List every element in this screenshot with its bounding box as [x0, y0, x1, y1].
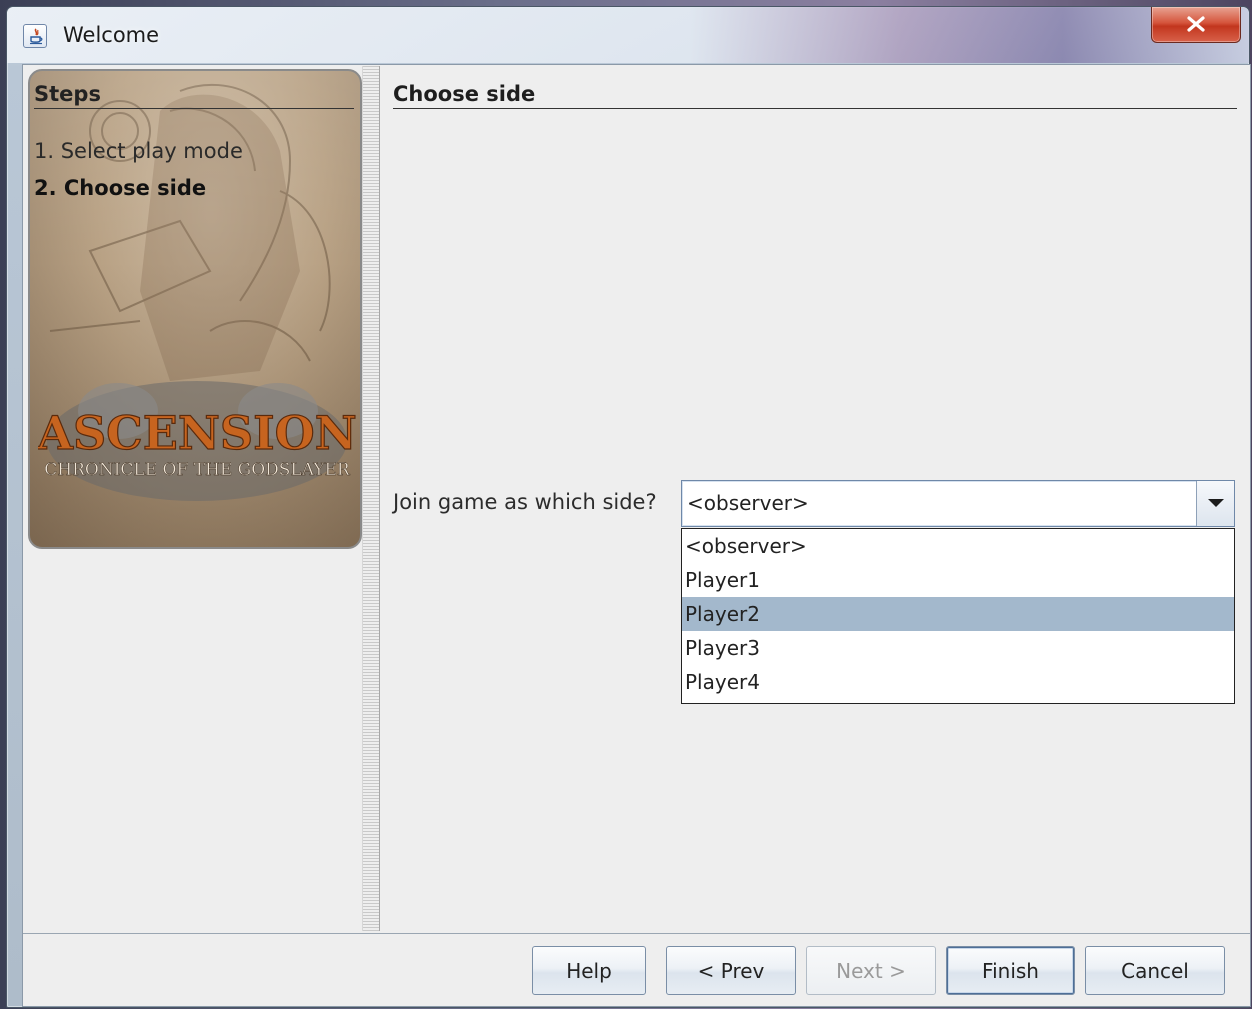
- prev-button[interactable]: < Prev: [666, 946, 796, 995]
- cancel-button[interactable]: Cancel: [1085, 946, 1225, 995]
- logo-subtitle: CHRONICLE OF THE GODSLAYER: [44, 460, 351, 480]
- step-select-play-mode: 1. Select play mode: [34, 139, 243, 163]
- window-title: Welcome: [63, 23, 160, 47]
- side-dropdown-list: <observer> Player1 Player2 Player3 Playe…: [681, 528, 1235, 704]
- side-combobox[interactable]: <observer>: [681, 480, 1235, 527]
- close-button[interactable]: [1151, 7, 1241, 43]
- chevron-down-icon: [1208, 499, 1224, 507]
- title-bar[interactable]: Welcome: [7, 7, 1249, 63]
- join-side-label: Join game as which side?: [393, 490, 657, 514]
- side-combobox-value: <observer>: [687, 491, 809, 515]
- close-icon: [1187, 16, 1205, 32]
- section-title: Choose side: [393, 82, 1237, 109]
- step-choose-side: 2. Choose side: [34, 176, 207, 200]
- steps-panel: ASCENSION CHRONICLE OF THE GODSLAYER Ste…: [24, 66, 362, 931]
- side-option-player4[interactable]: Player4: [682, 665, 1234, 699]
- next-button[interactable]: Next >: [806, 946, 936, 995]
- split-pane-divider[interactable]: [362, 66, 380, 931]
- combobox-arrow-button[interactable]: [1196, 481, 1234, 526]
- side-option-observer[interactable]: <observer>: [682, 529, 1234, 563]
- content-panel: Choose side Join game as which side? <ob…: [381, 66, 1250, 931]
- help-button[interactable]: Help: [532, 946, 646, 995]
- dialog-window: Welcome ASCENSION CHRONICLE OF THE GODSL…: [6, 6, 1251, 1008]
- finish-button[interactable]: Finish: [946, 946, 1075, 995]
- ascension-logo: ASCENSION CHRONICLE OF THE GODSLAYER: [38, 381, 356, 501]
- java-app-icon: [23, 24, 47, 48]
- side-option-player3[interactable]: Player3: [682, 631, 1234, 665]
- side-option-player2[interactable]: Player2: [682, 597, 1234, 631]
- wizard-client-area: ASCENSION CHRONICLE OF THE GODSLAYER Ste…: [22, 64, 1251, 1007]
- side-option-player1[interactable]: Player1: [682, 563, 1234, 597]
- button-bar-separator: [23, 933, 1250, 934]
- logo-title: ASCENSION: [38, 406, 356, 460]
- steps-heading: Steps: [34, 82, 354, 109]
